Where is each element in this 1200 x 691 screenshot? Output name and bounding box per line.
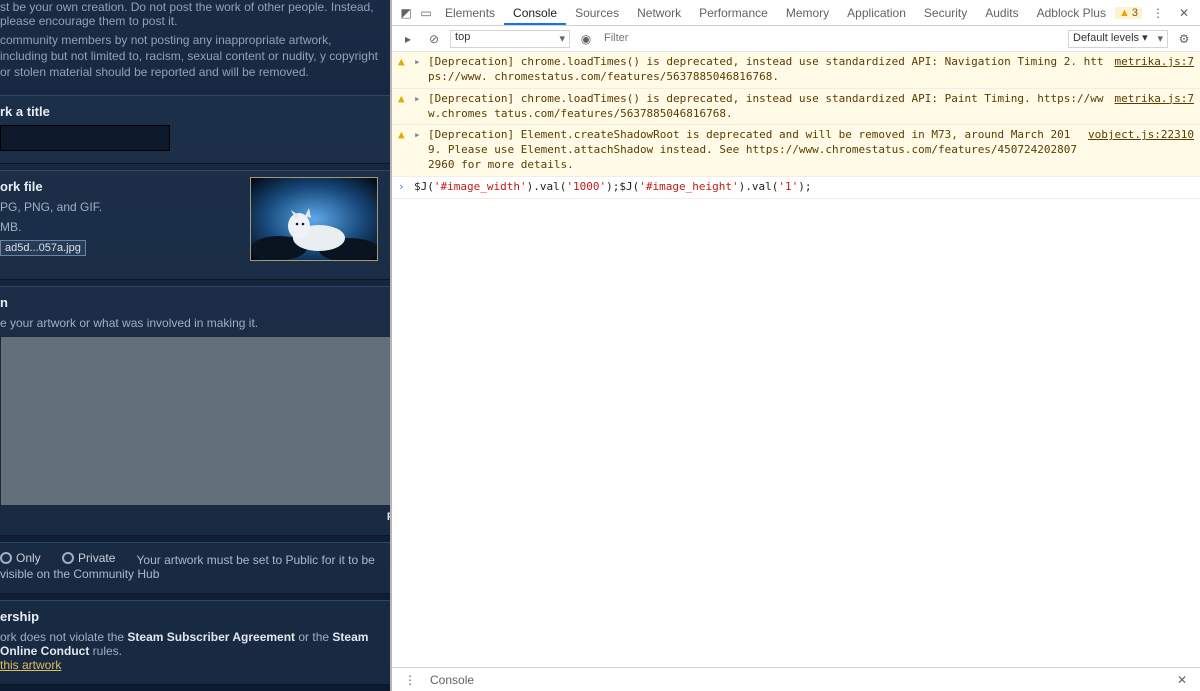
warning-icon: ▲ <box>398 55 408 68</box>
warning-source-link[interactable]: metrika.js:7 <box>1115 55 1194 68</box>
tab-memory[interactable]: Memory <box>777 1 838 24</box>
desc-sub: e your artwork or what was involved in m… <box>0 316 378 330</box>
tab-elements[interactable]: Elements <box>436 1 504 24</box>
artwork-title-input[interactable] <box>0 125 170 151</box>
log-level-selector[interactable]: Default levels ▾ <box>1068 30 1168 48</box>
description-section: n e your artwork or what was involved in… <box>0 286 390 536</box>
tab-security[interactable]: Security <box>915 1 976 24</box>
warnings-badge[interactable]: ▲3 <box>1115 7 1142 19</box>
warning-source-link[interactable]: vobject.js:22310 <box>1088 128 1194 141</box>
settings-gear-icon[interactable]: ⚙ <box>1174 32 1194 46</box>
warning-message: [Deprecation] chrome.loadTimes() is depr… <box>428 92 1109 122</box>
kebab-icon[interactable]: ⋮ <box>400 673 420 687</box>
tab-audits[interactable]: Audits <box>976 1 1027 24</box>
devtools-drawer: ⋮ Console ✕ <box>392 667 1200 691</box>
visibility-only-radio[interactable]: Only <box>0 551 41 565</box>
warning-message: [Deprecation] Element.createShadowRoot i… <box>428 128 1082 173</box>
kebab-icon[interactable]: ⋮ <box>1148 6 1168 20</box>
warning-icon: ▲ <box>1119 7 1130 19</box>
device-mode-icon[interactable]: ▭ <box>416 6 436 20</box>
expand-caret-icon[interactable]: ▸ <box>414 55 422 68</box>
console-warning-row[interactable]: ▲ ▸ [Deprecation] Element.createShadowRo… <box>392 125 1200 177</box>
visibility-private-label: Private <box>78 551 115 565</box>
warning-icon: ▲ <box>398 128 408 141</box>
file-section: ork file PG, PNG, and GIF. MB. ad5d...05… <box>0 170 390 280</box>
live-expression-icon[interactable]: ◉ <box>576 32 596 46</box>
notice-inappropriate: community members by not posting any ina… <box>0 32 390 95</box>
tab-network[interactable]: Network <box>628 1 690 24</box>
close-icon[interactable]: ✕ <box>1172 673 1192 687</box>
tab-console[interactable]: Console <box>504 1 566 25</box>
tab-performance[interactable]: Performance <box>690 1 777 24</box>
title-section: rk a title <box>0 95 390 164</box>
artwork-description-input[interactable] <box>0 336 390 506</box>
devtools-panel: ◩ ▭ Elements Console Sources Network Per… <box>390 0 1200 691</box>
visibility-note: Your artwork must be set to Public for i… <box>0 553 375 581</box>
warning-source-link[interactable]: metrika.js:7 <box>1115 92 1194 105</box>
ownership-section: ership ork does not violate the Steam Su… <box>0 600 390 685</box>
expand-caret-icon[interactable]: ▸ <box>414 128 422 141</box>
visibility-private-radio[interactable]: Private <box>62 551 115 565</box>
desc-heading: n <box>0 295 378 310</box>
prompt-code: $J('#image_width').val('1000');$J('#imag… <box>414 180 1194 195</box>
expand-caret-icon[interactable]: ▸ <box>414 92 422 105</box>
console-log: ▲ ▸ [Deprecation] chrome.loadTimes() is … <box>392 52 1200 667</box>
tab-adblock[interactable]: Adblock Plus <box>1028 1 1115 24</box>
close-icon[interactable]: ✕ <box>1174 6 1194 20</box>
artwork-thumbnail <box>250 177 378 261</box>
devtools-tabs: ◩ ▭ Elements Console Sources Network Per… <box>392 0 1200 26</box>
warning-icon: ▲ <box>398 92 408 105</box>
console-warning-row[interactable]: ▲ ▸ [Deprecation] chrome.loadTimes() is … <box>392 52 1200 89</box>
ownership-agreement-text: ork does not violate the Steam Subscribe… <box>0 630 378 658</box>
ownership-heading: ership <box>0 609 378 624</box>
notice-own-creation: st be your own creation. Do not post the… <box>0 0 390 32</box>
filter-input[interactable] <box>602 30 1062 47</box>
console-toolbar: ▸ ⊘ top ◉ Default levels ▾ ⚙ <box>392 26 1200 52</box>
console-warning-row[interactable]: ▲ ▸ [Deprecation] chrome.loadTimes() is … <box>392 89 1200 126</box>
title-heading: rk a title <box>0 104 378 119</box>
formatting-help-link[interactable]: Formatting help <box>0 511 390 523</box>
visibility-only-label: Only <box>16 551 41 565</box>
prompt-caret-icon: › <box>398 180 408 193</box>
inspect-icon[interactable]: ◩ <box>396 6 416 20</box>
steam-upload-panel: st be your own creation. Do not post the… <box>0 0 390 691</box>
clear-console-icon[interactable]: ⊘ <box>424 32 444 46</box>
visibility-section: Only Private Your artwork must be set to… <box>0 542 390 594</box>
own-artwork-link[interactable]: this artwork <box>0 658 61 672</box>
console-prompt-row[interactable]: › $J('#image_width').val('1000');$J('#im… <box>392 177 1200 199</box>
tab-application[interactable]: Application <box>838 1 915 24</box>
warning-message: [Deprecation] chrome.loadTimes() is depr… <box>428 55 1109 85</box>
chosen-file-name[interactable]: ad5d...057a.jpg <box>0 240 86 256</box>
tab-sources[interactable]: Sources <box>566 1 628 24</box>
drawer-console-tab[interactable]: Console <box>430 673 474 687</box>
sidebar-toggle-icon[interactable]: ▸ <box>398 32 418 46</box>
context-selector[interactable]: top <box>450 30 570 48</box>
